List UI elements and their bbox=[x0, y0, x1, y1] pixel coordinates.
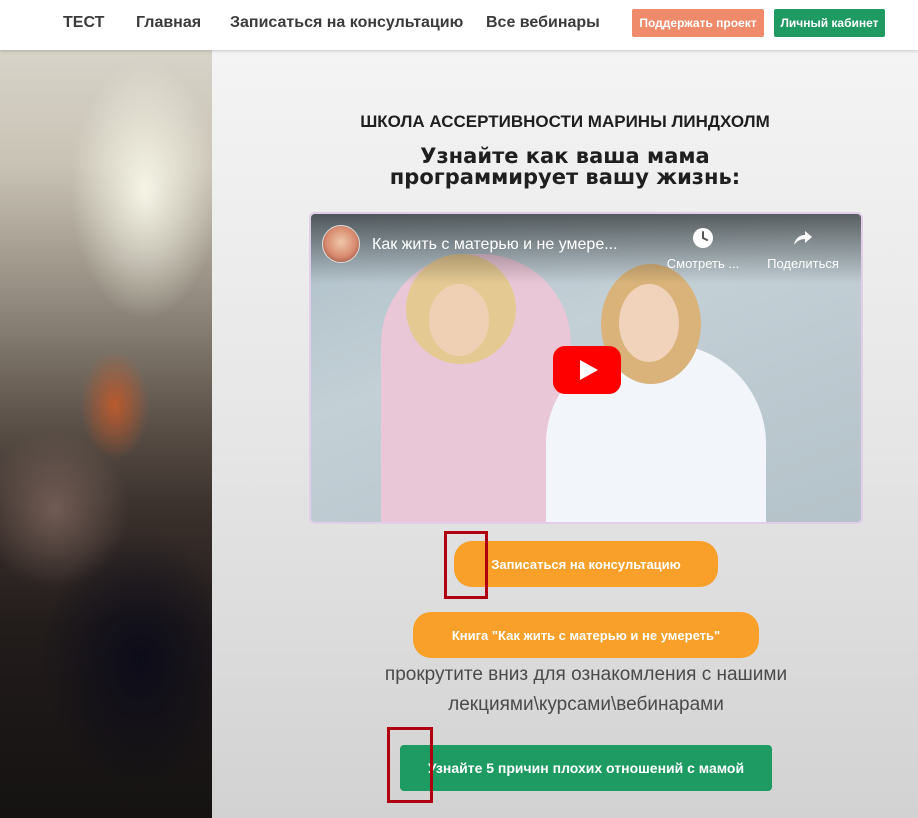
video-title[interactable]: Как жить с матерью и не умере... bbox=[372, 236, 662, 254]
clock-icon bbox=[693, 228, 713, 248]
play-button[interactable] bbox=[553, 346, 621, 394]
headline-line-1: Узнайте как ваша мама bbox=[420, 144, 710, 168]
channel-avatar[interactable] bbox=[322, 225, 360, 263]
background-photo bbox=[0, 50, 212, 818]
personal-cabinet-button[interactable]: Личный кабинет bbox=[774, 9, 885, 37]
share-button[interactable]: Поделиться bbox=[761, 226, 845, 271]
main-content: ШКОЛА АССЕРТИВНОСТИ МАРИНЫ ЛИНДХОЛМ Узна… bbox=[212, 50, 918, 818]
highlight-box-reasons bbox=[387, 727, 433, 803]
share-label: Поделиться bbox=[767, 256, 839, 271]
watch-later-button[interactable]: Смотреть ... bbox=[661, 226, 745, 271]
highlight-box-consultation bbox=[444, 531, 488, 599]
share-icon bbox=[794, 231, 812, 245]
nav-webinars[interactable]: Все вебинары bbox=[486, 14, 600, 32]
scroll-hint: прокрутите вниз для ознакомления с нашим… bbox=[352, 660, 820, 720]
scroll-hint-line-1: прокрутите вниз для ознакомления с нашим… bbox=[384, 664, 788, 685]
nav-home[interactable]: Главная bbox=[136, 14, 201, 32]
consultation-button[interactable]: Записаться на консультацию bbox=[454, 541, 718, 587]
site-header: ТЕСТ Главная Записаться на консультацию … bbox=[0, 0, 918, 50]
school-title: ШКОЛА АССЕРТИВНОСТИ МАРИНЫ ЛИНДХОЛМ bbox=[360, 112, 770, 131]
support-project-button[interactable]: Поддержать проект bbox=[632, 9, 764, 37]
five-reasons-button[interactable]: Узнайте 5 причин плохих отношений с мамо… bbox=[400, 745, 772, 791]
page-headline: Узнайте как ваша мама программирует вашу… bbox=[191, 146, 918, 188]
scroll-hint-line-2: лекциями\курсами\вебинарами bbox=[448, 694, 724, 715]
watch-later-label: Смотреть ... bbox=[666, 256, 740, 271]
nav-test[interactable]: ТЕСТ bbox=[63, 14, 104, 32]
book-button[interactable]: Книга "Как жить с матерью и не умереть" bbox=[413, 612, 759, 658]
headline-line-2: программирует вашу жизнь: bbox=[389, 165, 741, 189]
video-player[interactable]: Как жить с матерью и не умере... Смотрет… bbox=[309, 212, 863, 524]
nav-consultation[interactable]: Записаться на консультацию bbox=[230, 14, 463, 32]
